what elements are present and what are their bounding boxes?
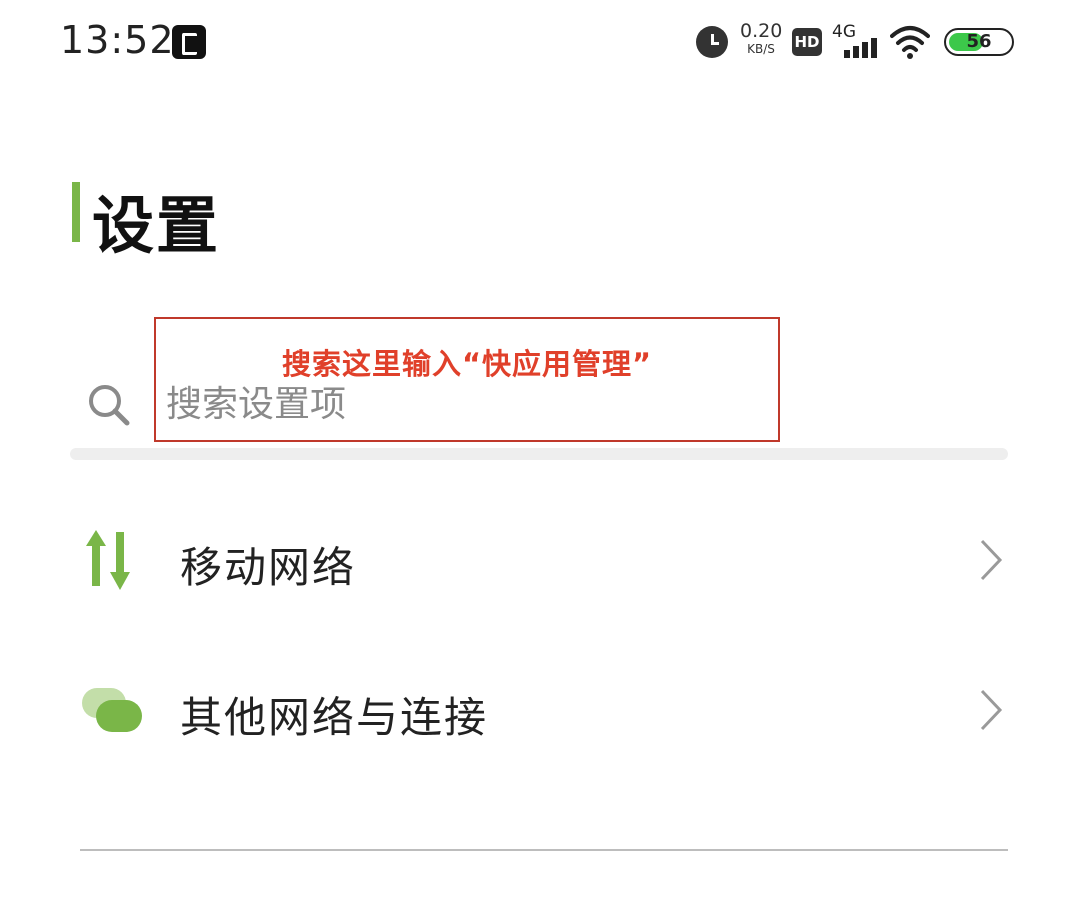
signal-label: 4G <box>832 22 856 42</box>
wifi-icon <box>890 26 930 59</box>
section-divider <box>80 849 1008 851</box>
settings-item-other-connections[interactable]: 其他网络与连接 <box>0 650 1080 770</box>
other-connections-icon <box>82 688 142 732</box>
annotation-box: 搜索这里输入“快应用管理” <box>154 317 780 442</box>
signal-bar <box>871 38 877 58</box>
status-clock: 13:52 <box>60 18 175 62</box>
annotation-text: 搜索这里输入“快应用管理” <box>281 347 653 381</box>
network-speed: 0.20 KB/S <box>740 20 783 56</box>
alarm-icon <box>696 26 728 58</box>
chevron-right-icon <box>980 539 1003 581</box>
settings-screen: 13:52 0.20 KB/S HD 4G 56 设置 搜索设置项 搜索这里输入… <box>0 0 1080 912</box>
battery-icon: 56 <box>944 28 1014 56</box>
chevron-right-icon <box>980 689 1003 731</box>
title-accent-bar <box>72 182 80 242</box>
search-icon <box>89 385 130 426</box>
settings-item-mobile-network[interactable]: 移动网络 <box>0 500 1080 620</box>
search-underline <box>70 448 1008 460</box>
network-speed-unit: KB/S <box>747 42 775 56</box>
network-speed-value: 0.20 <box>740 20 783 42</box>
signal-bar <box>862 42 868 58</box>
mobile-data-icon <box>86 530 130 590</box>
settings-item-label: 其他网络与连接 <box>180 693 489 742</box>
signal-bar <box>853 46 859 58</box>
cellular-signal-icon: 4G <box>832 22 880 58</box>
page-title: 设置 <box>92 189 221 262</box>
battery-level: 56 <box>966 31 992 52</box>
status-bar: 13:52 0.20 KB/S HD 4G 56 <box>0 0 1080 90</box>
signal-bar <box>844 50 850 58</box>
notification-app-icon <box>172 25 206 59</box>
settings-item-label: 移动网络 <box>180 543 357 592</box>
hd-badge: HD <box>792 28 822 56</box>
